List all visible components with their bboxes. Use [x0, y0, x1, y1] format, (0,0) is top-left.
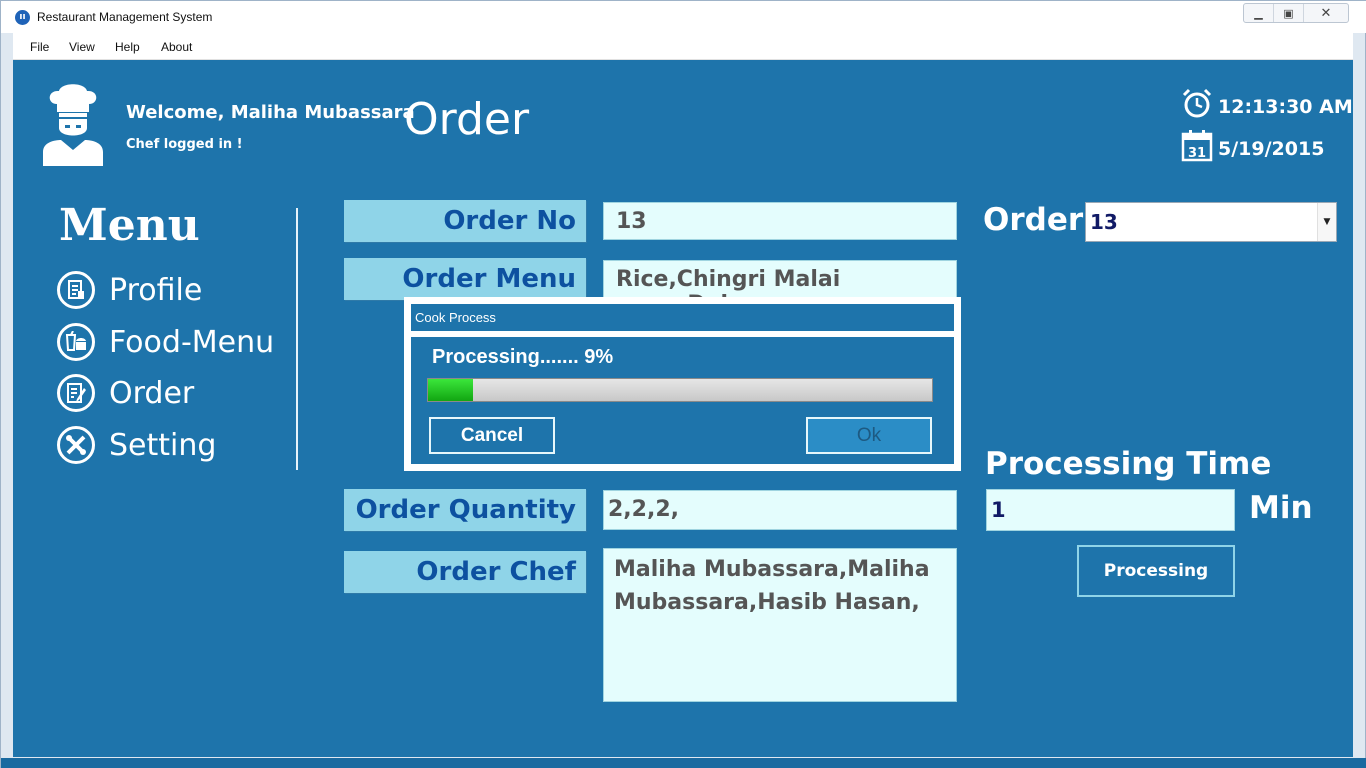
- setting-icon: [57, 426, 95, 464]
- processing-time-value: 1: [991, 498, 1006, 522]
- close-button[interactable]: ✕: [1304, 4, 1348, 22]
- order-no-field[interactable]: 13: [603, 202, 957, 240]
- progress-status-text: Processing....... 9%: [432, 346, 614, 368]
- maximize-button[interactable]: ▣: [1274, 4, 1304, 22]
- order-quantity-field[interactable]: 2,2,2,: [603, 490, 957, 530]
- main-panel: Welcome, Maliha Mubassara Chef logged in…: [13, 60, 1353, 757]
- progress-bar: [427, 378, 933, 402]
- sidebar-item-order[interactable]: Order: [57, 373, 194, 413]
- minimize-button[interactable]: ▁: [1244, 4, 1274, 22]
- order-chef-label: Order Chef: [344, 551, 586, 593]
- app-window: ıı Restaurant Management System ▁ ▣ ✕ Fi…: [0, 0, 1366, 768]
- chevron-down-icon[interactable]: ▼: [1317, 203, 1336, 241]
- app-icon: ıı: [15, 10, 30, 25]
- processing-time-label: Processing Time: [985, 446, 1272, 482]
- sidebar-item-food-menu[interactable]: Food-Menu: [57, 322, 274, 362]
- minutes-unit-label: Min: [1249, 490, 1313, 526]
- sidebar-item-label: Order: [109, 375, 195, 411]
- welcome-text: Welcome, Maliha Mubassara: [126, 102, 415, 123]
- order-menu-field[interactable]: Rice,Chingri Malai curry,Dal: [603, 260, 957, 317]
- current-date: 5/19/2015: [1218, 138, 1325, 160]
- order-no-label: Order No: [344, 200, 586, 242]
- menu-about[interactable]: About: [161, 40, 192, 54]
- cook-process-dialog: Cook Process Processing....... 9% Cancel…: [404, 297, 961, 471]
- order-quantity-label: Order Quantity: [344, 489, 586, 531]
- order-select-value: 13: [1090, 210, 1118, 234]
- food-menu-icon: [57, 323, 95, 361]
- sidebar-divider: [296, 208, 298, 470]
- dialog-body: Processing....... 9% Cancel Ok: [411, 337, 954, 464]
- clock-time: 12:13:30 AM: [1218, 96, 1353, 118]
- window-title: Restaurant Management System: [37, 10, 213, 24]
- chef-avatar-icon: [43, 84, 103, 166]
- sidebar-item-label: Food-Menu: [109, 324, 275, 360]
- processing-button[interactable]: Processing: [1077, 545, 1235, 597]
- page-title: Order: [404, 94, 530, 145]
- menu-help[interactable]: Help: [115, 40, 140, 54]
- ok-button[interactable]: Ok: [806, 417, 932, 454]
- sidebar-heading: Menu: [59, 200, 200, 251]
- window-controls: ▁ ▣ ✕: [1243, 3, 1349, 23]
- menu-view[interactable]: View: [69, 40, 95, 54]
- sidebar-item-label: Setting: [109, 427, 217, 463]
- alarm-clock-icon: [1182, 88, 1212, 118]
- sidebar-item-label: Profile: [109, 272, 203, 308]
- sidebar-item-setting[interactable]: Setting: [57, 425, 216, 465]
- window-bottom-edge: [1, 758, 1366, 768]
- order-icon: [57, 374, 95, 412]
- sidebar-item-profile[interactable]: Profile: [57, 270, 202, 310]
- login-status: Chef logged in !: [126, 137, 243, 152]
- profile-icon: [57, 271, 95, 309]
- order-select-label: Order: [983, 202, 1084, 238]
- order-chef-field[interactable]: Maliha Mubassara,Maliha Mubassara,Hasib …: [603, 548, 957, 702]
- processing-time-input[interactable]: 1: [986, 489, 1235, 531]
- dialog-title: Cook Process: [411, 304, 954, 331]
- progress-bar-fill: [428, 379, 474, 401]
- calendar-icon: 31: [1181, 130, 1213, 162]
- order-menu-label: Order Menu: [344, 258, 586, 300]
- menu-file[interactable]: File: [30, 40, 49, 54]
- cancel-button[interactable]: Cancel: [429, 417, 555, 454]
- calendar-day: 31: [1188, 146, 1206, 161]
- title-bar: ıı Restaurant Management System ▁ ▣ ✕: [1, 1, 1366, 33]
- menu-bar: File View Help About: [13, 33, 1353, 60]
- order-select[interactable]: 13 ▼: [1085, 202, 1337, 242]
